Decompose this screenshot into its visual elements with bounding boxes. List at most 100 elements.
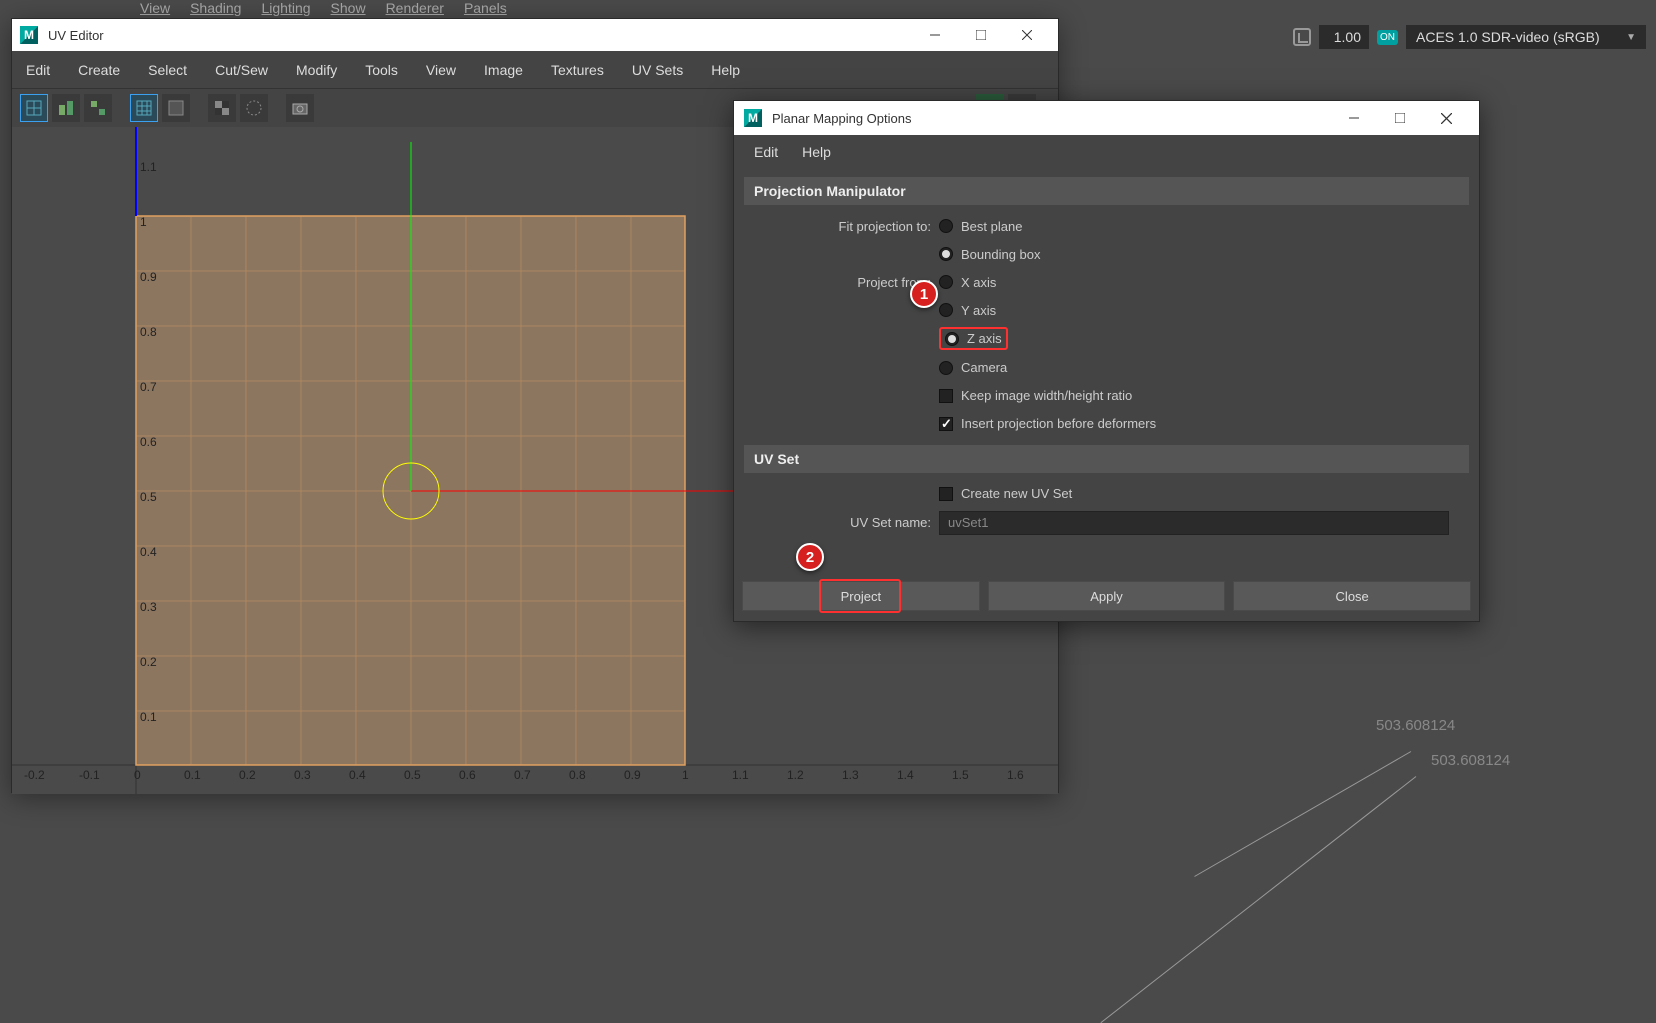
measurement-2: 503.608124 [1431,752,1510,769]
dimmed-icon[interactable] [240,94,268,122]
radio-x-axis[interactable]: X axis [939,275,1469,290]
maximize-button[interactable] [1377,101,1423,135]
menu-textures[interactable]: Textures [537,62,618,78]
axis-label: 0.2 [140,655,157,669]
colorspace-dropdown[interactable]: ACES 1.0 SDR-video (sRGB) ▼ [1406,25,1646,49]
wireframe-icon[interactable] [130,94,158,122]
menu-uvsets[interactable]: UV Sets [618,62,697,78]
uvset-name-input[interactable] [939,511,1449,535]
menu-cutsew[interactable]: Cut/Sew [201,62,282,78]
svg-text:0.3: 0.3 [294,768,311,782]
axis-label: 0.5 [140,490,157,504]
colorspace-label: ACES 1.0 SDR-video (sRGB) [1416,29,1600,45]
checkbox-icon [939,417,953,431]
radio-icon [939,303,953,317]
menu-help[interactable]: Help [790,144,843,160]
checkbox-create-uvset[interactable]: Create new UV Set [939,486,1469,501]
menu-edit[interactable]: Edit [12,62,64,78]
color-management-on-badge[interactable]: ON [1377,30,1398,45]
menu-help[interactable]: Help [697,62,754,78]
axis-label: 0.4 [140,545,157,559]
close-button[interactable] [1423,101,1469,135]
radio-label: Best plane [961,219,1022,234]
checkbox-keep-ratio[interactable]: Keep image width/height ratio [939,388,1469,403]
menu-modify[interactable]: Modify [282,62,351,78]
planar-titlebar[interactable]: M Planar Mapping Options [734,101,1479,135]
checkbox-label: Create new UV Set [961,486,1072,501]
radio-best-plane[interactable]: Best plane [939,219,1469,234]
uv-editor-titlebar[interactable]: M UV Editor [12,19,1058,51]
gamma-toggle-icon[interactable] [1293,28,1311,46]
apply-button[interactable]: Apply [988,581,1226,611]
planar-mapping-dialog: M Planar Mapping Options Edit Help Proje… [733,100,1480,622]
radio-label: Y axis [961,303,996,318]
svg-text:1: 1 [682,768,689,782]
svg-text:0.2: 0.2 [239,768,256,782]
gamma-value[interactable]: 1.00 [1319,25,1369,49]
svg-text:0.5: 0.5 [404,768,421,782]
menu-tools[interactable]: Tools [351,62,412,78]
svg-text:0.9: 0.9 [624,768,641,782]
callout-1: 1 [910,280,938,308]
viewport-edge-line [1194,751,1411,877]
svg-text:0.6: 0.6 [459,768,476,782]
uv-editor-menubar: Edit Create Select Cut/Sew Modify Tools … [12,51,1058,89]
radio-icon [939,219,953,233]
checkbox-icon [939,487,953,501]
checker-icon[interactable] [208,94,236,122]
radio-label: X axis [961,275,996,290]
minimize-button[interactable] [1331,101,1377,135]
svg-text:-0.1: -0.1 [79,768,100,782]
menu-edit[interactable]: Edit [742,144,790,160]
radio-camera[interactable]: Camera [939,360,1469,375]
menu-image[interactable]: Image [470,62,537,78]
radio-icon [939,247,953,261]
radio-y-axis[interactable]: Y axis [939,303,1469,318]
viewport-right-controls: 1.00 ON ACES 1.0 SDR-video (sRGB) ▼ [1293,25,1646,49]
project-from-label: Project from: [744,275,939,290]
close-button[interactable] [1004,19,1050,51]
svg-text:1.6: 1.6 [1007,768,1024,782]
fit-projection-label: Fit projection to: [744,219,939,234]
svg-text:1.1: 1.1 [732,768,749,782]
close-button[interactable]: Close [1233,581,1471,611]
svg-text:0: 0 [134,768,141,782]
menu-create[interactable]: Create [64,62,134,78]
radio-icon [945,332,959,346]
uvset-name-label: UV Set name: [744,515,939,530]
maximize-button[interactable] [958,19,1004,51]
uv-editor-title: UV Editor [48,28,912,43]
callout-2: 2 [796,543,824,571]
axis-label: 1 [140,215,147,229]
maya-logo-icon: M [744,109,762,127]
minimize-button[interactable] [912,19,958,51]
grid-display-icon[interactable] [20,94,48,122]
menu-view[interactable]: View [412,62,470,78]
checkbox-label: Insert projection before deformers [961,416,1156,431]
axis-label: 0.9 [140,270,157,284]
axis-label: 0.1 [140,710,157,724]
svg-text:-0.2: -0.2 [24,768,45,782]
svg-text:1.2: 1.2 [787,768,804,782]
snapshot-icon[interactable] [286,94,314,122]
radio-label: Camera [961,360,1007,375]
section-uvset-header: UV Set [744,445,1469,473]
viewport-edge-line [1100,776,1416,1023]
radio-z-axis[interactable]: Z axis [945,331,1002,346]
svg-text:1.4: 1.4 [897,768,914,782]
svg-text:1.3: 1.3 [842,768,859,782]
svg-text:1.5: 1.5 [952,768,969,782]
radio-icon [939,361,953,375]
svg-text:0.4: 0.4 [349,768,366,782]
radio-icon [939,275,953,289]
shell-display-icon[interactable] [52,94,80,122]
chevron-down-icon: ▼ [1626,32,1636,43]
distortion-display-icon[interactable] [84,94,112,122]
menu-select[interactable]: Select [134,62,201,78]
checkbox-icon [939,389,953,403]
shaded-icon[interactable] [162,94,190,122]
radio-bounding-box[interactable]: Bounding box [939,247,1469,262]
checkbox-insert-deformers[interactable]: Insert projection before deformers [939,416,1469,431]
planar-body: Projection Manipulator Fit projection to… [734,169,1479,549]
radio-label: Bounding box [961,247,1041,262]
